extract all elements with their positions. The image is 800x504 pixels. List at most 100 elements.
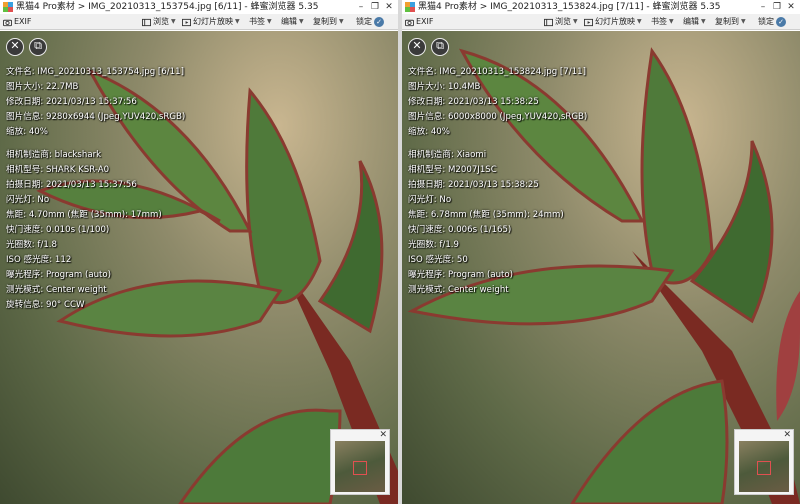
navigator-thumbnail[interactable]: ✕ (330, 429, 390, 495)
bookmark-menu[interactable]: 书签 ▼ (651, 14, 674, 30)
info-line: 修改日期: 2021/03/13 15:37:56 (6, 97, 137, 107)
chevron-down-icon: ▼ (299, 18, 304, 25)
bookmark-label: 书签 (651, 17, 667, 26)
chevron-down-icon: ▼ (741, 18, 746, 25)
info-line: 闪光灯: No (6, 195, 50, 205)
viewport-indicator[interactable] (757, 461, 771, 475)
slideshow-icon (182, 18, 191, 26)
maximize-button[interactable]: ❐ (368, 0, 382, 14)
chevron-down-icon: ▼ (669, 18, 674, 25)
info-line: 相机制造商: Xiaomi (408, 150, 487, 160)
viewer-window-right: 黑猫4 Pro素材 > IMG_20210313_153824.jpg [7/1… (402, 0, 800, 504)
chevron-down-icon: ▼ (573, 18, 578, 25)
copy-to-menu[interactable]: 复制到 ▼ (715, 14, 746, 30)
chevron-down-icon: ▼ (637, 18, 642, 25)
image-viewport[interactable]: ✕ ⧉ 文件名: IMG_20210313_153754.jpg [6/11] … (0, 31, 398, 504)
slideshow-menu[interactable]: 幻灯片放映 ▼ (182, 14, 240, 30)
close-icon: ✕ (412, 39, 422, 52)
close-info-button[interactable]: ✕ (6, 38, 24, 56)
browse-label: 浏览 (555, 17, 571, 26)
browse-menu[interactable]: 浏览 ▼ (544, 14, 578, 30)
exif-info-overlay: 文件名: IMG_20210313_153824.jpg [7/11] 图片大小… (408, 65, 587, 298)
browse-icon (142, 18, 151, 26)
info-line: 图片大小: 22.7MB (6, 82, 79, 92)
image-viewport[interactable]: ✕ ⧉ 文件名: IMG_20210313_153824.jpg [7/11] … (402, 31, 800, 504)
exif-info-overlay: 文件名: IMG_20210313_153754.jpg [6/11] 图片大小… (6, 65, 185, 313)
info-line: 曝光程序: Program (auto) (6, 270, 112, 280)
exif-label: EXIF (416, 17, 434, 26)
chevron-down-icon: ▼ (267, 18, 272, 25)
viewport-indicator[interactable] (353, 461, 367, 475)
title-bar: 黑猫4 Pro素材 > IMG_20210313_153754.jpg [6/1… (0, 0, 398, 14)
exif-button[interactable]: EXIF (405, 14, 434, 30)
toolbar: EXIF 浏览 ▼ 幻灯片放映 ▼ 书签 ▼ 编辑 ▼ 复制到 ▼ 锁定 ✓ (0, 14, 398, 30)
window-title: 黑猫4 Pro素材 > IMG_20210313_153824.jpg [7/1… (418, 2, 721, 12)
info-line: 文件名: IMG_20210313_153754.jpg [6/11] (6, 67, 184, 77)
info-line: 光圈数: f/1.9 (408, 240, 459, 250)
close-window-button[interactable]: ✕ (784, 0, 798, 14)
open-external-button[interactable]: ⧉ (431, 38, 449, 56)
chevron-down-icon: ▼ (339, 18, 344, 25)
info-line: 相机型号: M2007J1SC (408, 165, 497, 175)
navigator-thumbnail[interactable]: ✕ (734, 429, 794, 495)
browse-menu[interactable]: 浏览 ▼ (142, 14, 176, 30)
viewer-window-left: 黑猫4 Pro素材 > IMG_20210313_153754.jpg [6/1… (0, 0, 398, 504)
edit-menu[interactable]: 编辑 ▼ (683, 14, 706, 30)
chevron-down-icon: ▼ (235, 18, 240, 25)
info-line: 图片信息: 9280x6944 (Jpeg,YUV420,sRGB) (6, 112, 186, 122)
bookmark-menu[interactable]: 书签 ▼ (249, 14, 272, 30)
info-line: 图片信息: 6000x8000 (Jpeg,YUV420,sRGB) (408, 112, 588, 122)
info-line: 闪光灯: No (408, 195, 452, 205)
copy-to-menu[interactable]: 复制到 ▼ (313, 14, 344, 30)
check-icon: ✓ (776, 17, 786, 27)
thumbnail-image (335, 441, 385, 492)
info-line: 相机制造商: blackshark (6, 150, 102, 160)
copy-to-label: 复制到 (715, 17, 739, 26)
minimize-button[interactable]: – (756, 0, 770, 14)
lock-label: 锁定 (758, 17, 774, 26)
info-line: 焦距: 6.78mm (焦距 (35mm): 24mm) (408, 210, 564, 220)
info-line: 快门速度: 0.006s (1/165) (408, 225, 512, 235)
camera-icon (405, 19, 414, 26)
info-line: 相机型号: SHARK KSR-A0 (6, 165, 110, 175)
info-line: 曝光程序: Program (auto) (408, 270, 514, 280)
app-logo-icon (405, 2, 415, 12)
chevron-down-icon: ▼ (171, 18, 176, 25)
lock-button[interactable]: 锁定 ✓ (758, 14, 786, 30)
browse-label: 浏览 (153, 17, 169, 26)
window-controls: – ❐ ✕ (354, 0, 396, 14)
thumbnail-close-button[interactable]: ✕ (783, 430, 791, 440)
close-window-button[interactable]: ✕ (382, 0, 396, 14)
info-line: 测光模式: Center weight (408, 285, 509, 295)
slideshow-menu[interactable]: 幻灯片放映 ▼ (584, 14, 642, 30)
browse-icon (544, 18, 553, 26)
check-icon: ✓ (374, 17, 384, 27)
close-info-button[interactable]: ✕ (408, 38, 426, 56)
info-line: ISO 感光度: 112 (6, 255, 72, 265)
info-line: 文件名: IMG_20210313_153824.jpg [7/11] (408, 67, 586, 77)
info-line: 旋转信息: 90° CCW (6, 300, 85, 310)
info-line: 修改日期: 2021/03/13 15:38:25 (408, 97, 539, 107)
info-line: 拍摄日期: 2021/03/13 15:37:56 (6, 180, 137, 190)
info-line: 测光模式: Center weight (6, 285, 107, 295)
edit-menu[interactable]: 编辑 ▼ (281, 14, 304, 30)
info-line: ISO 感光度: 50 (408, 255, 468, 265)
lock-button[interactable]: 锁定 ✓ (356, 14, 384, 30)
slideshow-icon (584, 18, 593, 26)
window-title: 黑猫4 Pro素材 > IMG_20210313_153754.jpg [6/1… (16, 2, 319, 12)
slideshow-label: 幻灯片放映 (193, 17, 233, 26)
minimize-button[interactable]: – (354, 0, 368, 14)
info-line: 快门速度: 0.010s (1/100) (6, 225, 110, 235)
exif-button[interactable]: EXIF (3, 14, 32, 30)
copy-to-label: 复制到 (313, 17, 337, 26)
maximize-button[interactable]: ❐ (770, 0, 784, 14)
toolbar: EXIF 浏览 ▼ 幻灯片放映 ▼ 书签 ▼ 编辑 ▼ 复制到 ▼ 锁定 ✓ (402, 14, 800, 30)
edit-label: 编辑 (281, 17, 297, 26)
window-controls: – ❐ ✕ (756, 0, 798, 14)
close-icon: ✕ (10, 39, 20, 52)
open-external-button[interactable]: ⧉ (29, 38, 47, 56)
info-line: 拍摄日期: 2021/03/13 15:38:25 (408, 180, 539, 190)
thumbnail-close-button[interactable]: ✕ (379, 430, 387, 440)
info-line: 图片大小: 10.4MB (408, 82, 481, 92)
bookmark-label: 书签 (249, 17, 265, 26)
